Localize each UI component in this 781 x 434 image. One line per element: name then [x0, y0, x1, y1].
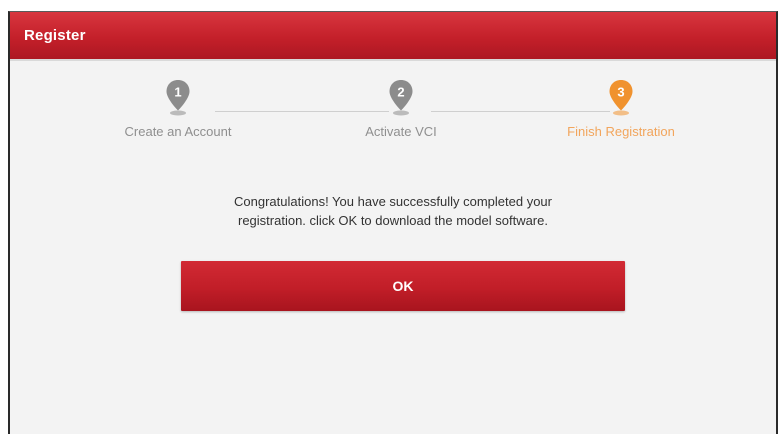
- step-label: Create an Account: [124, 124, 232, 139]
- step-number: 2: [397, 85, 404, 100]
- step-number: 1: [174, 85, 181, 100]
- step-2-marker-icon: 2: [389, 80, 413, 116]
- step-connector-1-2: [215, 111, 389, 112]
- ok-button[interactable]: OK: [181, 261, 625, 311]
- step-3-marker-icon: 3: [609, 80, 633, 116]
- step-label: Finish Registration: [567, 124, 675, 139]
- title-bar: Register: [10, 12, 776, 61]
- success-message-line-2: registration. click OK to download the m…: [238, 213, 548, 228]
- step-number: 3: [617, 85, 624, 100]
- step-label: Activate VCI: [365, 124, 437, 139]
- success-message-line-1: Congratulations! You have successfully c…: [234, 194, 552, 209]
- page-title: Register: [24, 27, 86, 44]
- registration-stepper: 1 Create an Account 2 Activate VCI 3 Fin…: [10, 72, 776, 152]
- app-window: Register 1 Create an Account 2 Activate …: [8, 11, 778, 434]
- success-message: Congratulations! You have successfully c…: [10, 192, 776, 230]
- step-1-marker-icon: 1: [166, 80, 190, 116]
- step-connector-2-3: [431, 111, 610, 112]
